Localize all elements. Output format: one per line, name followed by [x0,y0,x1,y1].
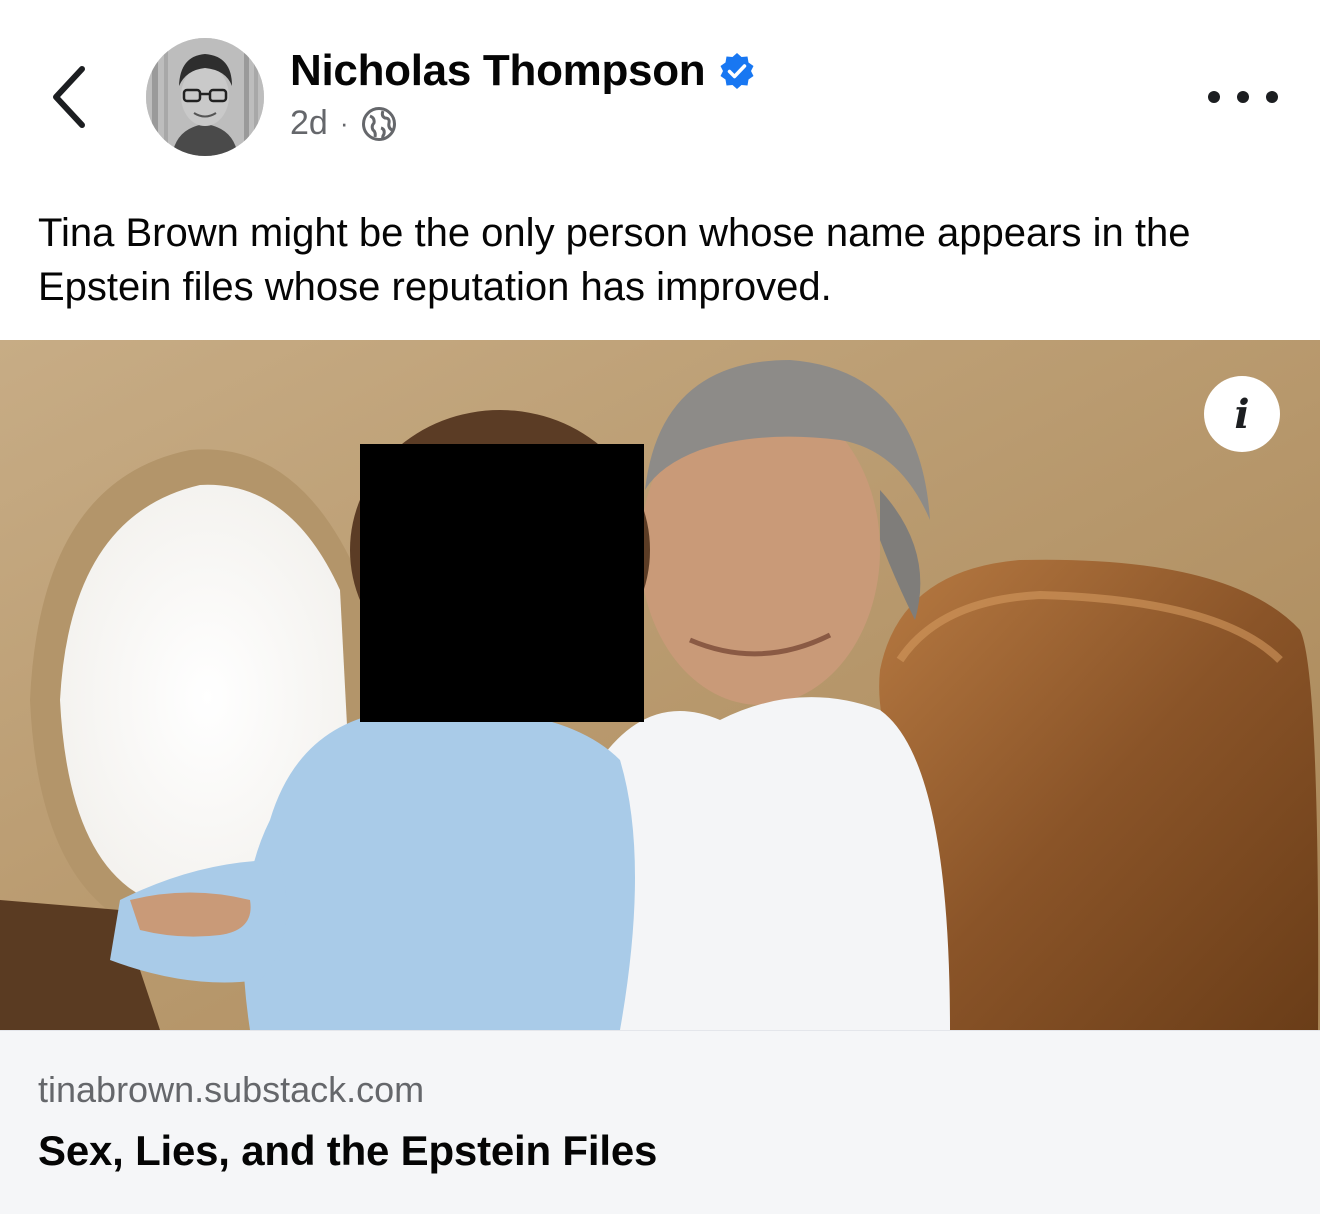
more-dot [1237,91,1249,103]
post-meta: 2d · [290,104,397,143]
post-text: Tina Brown might be the only person whos… [38,211,1191,309]
post-header: Nicholas Thompson 2d · [0,0,1320,170]
facebook-post: Nicholas Thompson 2d · Tina Brown might … [0,0,1320,1214]
post-timestamp[interactable]: 2d [290,104,328,143]
avatar[interactable] [146,38,264,156]
author-name[interactable]: Nicholas Thompson [290,46,757,96]
globe-icon[interactable] [361,106,397,142]
author-name-text: Nicholas Thompson [290,46,706,95]
photo-illustration [0,340,1320,1030]
verified-badge-icon [720,53,754,89]
link-domain: tinabrown.substack.com [38,1069,425,1110]
meta-separator: · [339,108,349,138]
more-dot [1266,91,1278,103]
info-button[interactable]: i [1204,376,1280,452]
back-button[interactable] [40,62,100,132]
avatar-image [146,38,264,156]
link-title: Sex, Lies, and the Epstein Files [38,1127,658,1174]
link-preview-image[interactable] [0,340,1320,1030]
info-icon: i [1234,390,1250,438]
more-options-button[interactable] [1208,82,1278,112]
more-dot [1208,91,1220,103]
chevron-left-icon [53,66,85,128]
link-preview[interactable]: tinabrown.substack.com Sex, Lies, and th… [0,1030,1320,1214]
